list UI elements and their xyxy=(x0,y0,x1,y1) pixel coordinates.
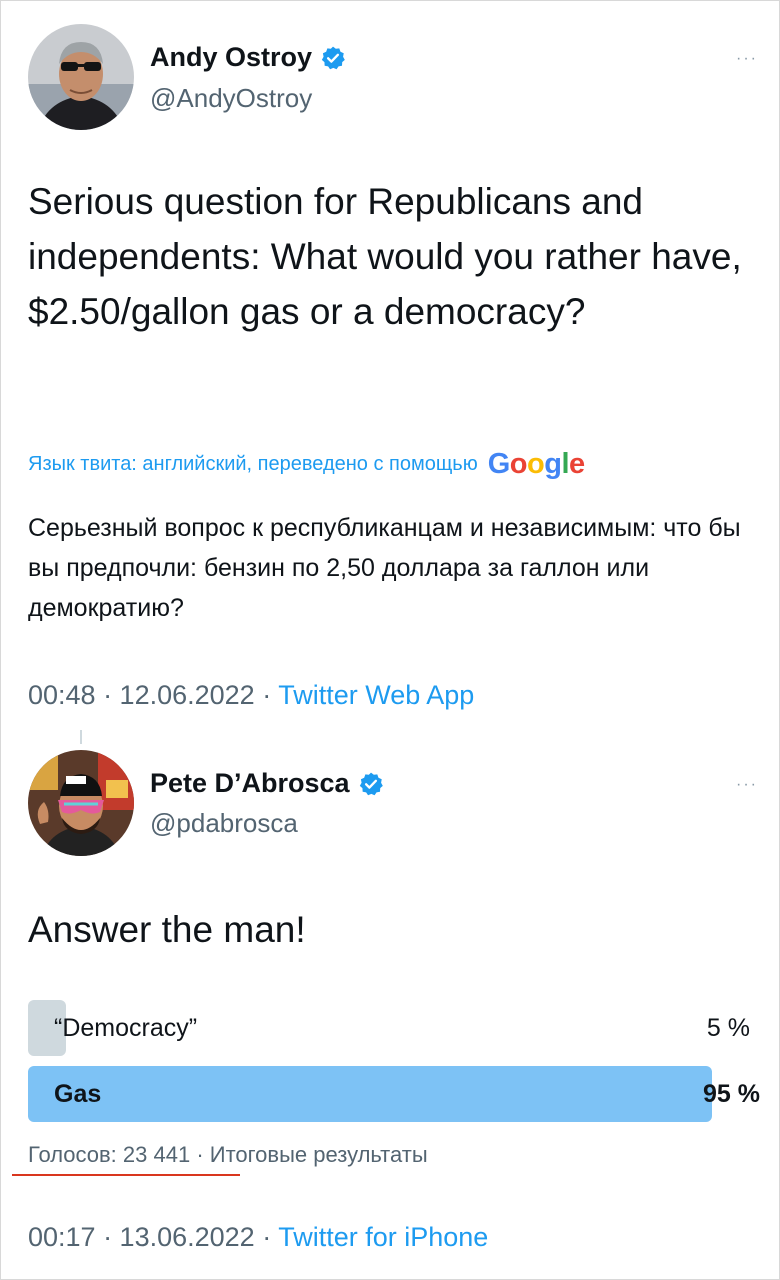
tweet-source-link[interactable]: Twitter Web App xyxy=(278,680,474,710)
avatar[interactable] xyxy=(28,24,134,130)
tweet-meta: 00:17 · 13.06.2022 · Twitter for iPhone xyxy=(28,1222,488,1253)
author-handle[interactable]: @AndyOstroy xyxy=(150,83,312,114)
verified-badge-icon xyxy=(321,46,345,69)
poll-votes: Голосов: 23 441 · Итоговые результаты xyxy=(28,1142,428,1168)
tweet-text: Serious question for Republicans and ind… xyxy=(28,181,742,332)
tweet-andy-ostroy[interactable]: Andy Ostroy @AndyOstroy ··· Serious ques… xyxy=(0,0,780,730)
author-name[interactable]: Pete D’Abrosca xyxy=(150,768,384,799)
poll-option-percent: 95 % xyxy=(703,1080,760,1108)
verified-badge-icon xyxy=(359,772,383,795)
translation-note[interactable]: Язык твита: английский, переведено с пом… xyxy=(28,448,585,481)
author-name-text: Andy Ostroy xyxy=(150,42,313,72)
reply-thread-line xyxy=(80,730,82,744)
translated-text: Серьезный вопрос к республиканцам и неза… xyxy=(28,514,741,622)
more-options-icon[interactable]: ··· xyxy=(736,776,758,794)
poll-option-gas[interactable]: Gas 95 % xyxy=(28,1066,760,1122)
google-logo: Google xyxy=(487,448,585,480)
timestamp[interactable]: 00:17 · 13.06.2022 · xyxy=(28,1222,278,1252)
annotation-underline xyxy=(12,1174,240,1176)
avatar[interactable] xyxy=(28,750,134,856)
author-handle[interactable]: @pdabrosca xyxy=(150,808,298,839)
tweet-text: Answer the man! xyxy=(28,909,306,950)
poll-option-label: Gas xyxy=(54,1080,102,1108)
poll-option-democracy[interactable]: “Democracy” 5 % xyxy=(28,1000,750,1056)
timestamp[interactable]: 00:48 · 12.06.2022 · xyxy=(28,680,278,710)
author-name[interactable]: Andy Ostroy xyxy=(150,42,346,73)
tweet-meta: 00:48 · 12.06.2022 · Twitter Web App xyxy=(28,680,474,711)
more-options-icon[interactable]: ··· xyxy=(736,50,758,68)
poll-option-label: “Democracy” xyxy=(54,1014,198,1042)
tweet-source-link[interactable]: Twitter for iPhone xyxy=(278,1222,488,1252)
poll-vote-count: Голосов: 23 441 xyxy=(28,1142,191,1167)
tweet-pete-dabrosca[interactable]: Pete D’Abrosca @pdabrosca ··· Answer the… xyxy=(0,730,780,1280)
poll-bar xyxy=(28,1066,712,1122)
poll-option-percent: 5 % xyxy=(706,1014,750,1042)
translation-note-text: Язык твита: английский, переведено с пом… xyxy=(28,453,478,475)
author-name-text: Pete D’Abrosca xyxy=(150,768,350,798)
poll-status: · Итоговые результаты xyxy=(190,1142,428,1167)
